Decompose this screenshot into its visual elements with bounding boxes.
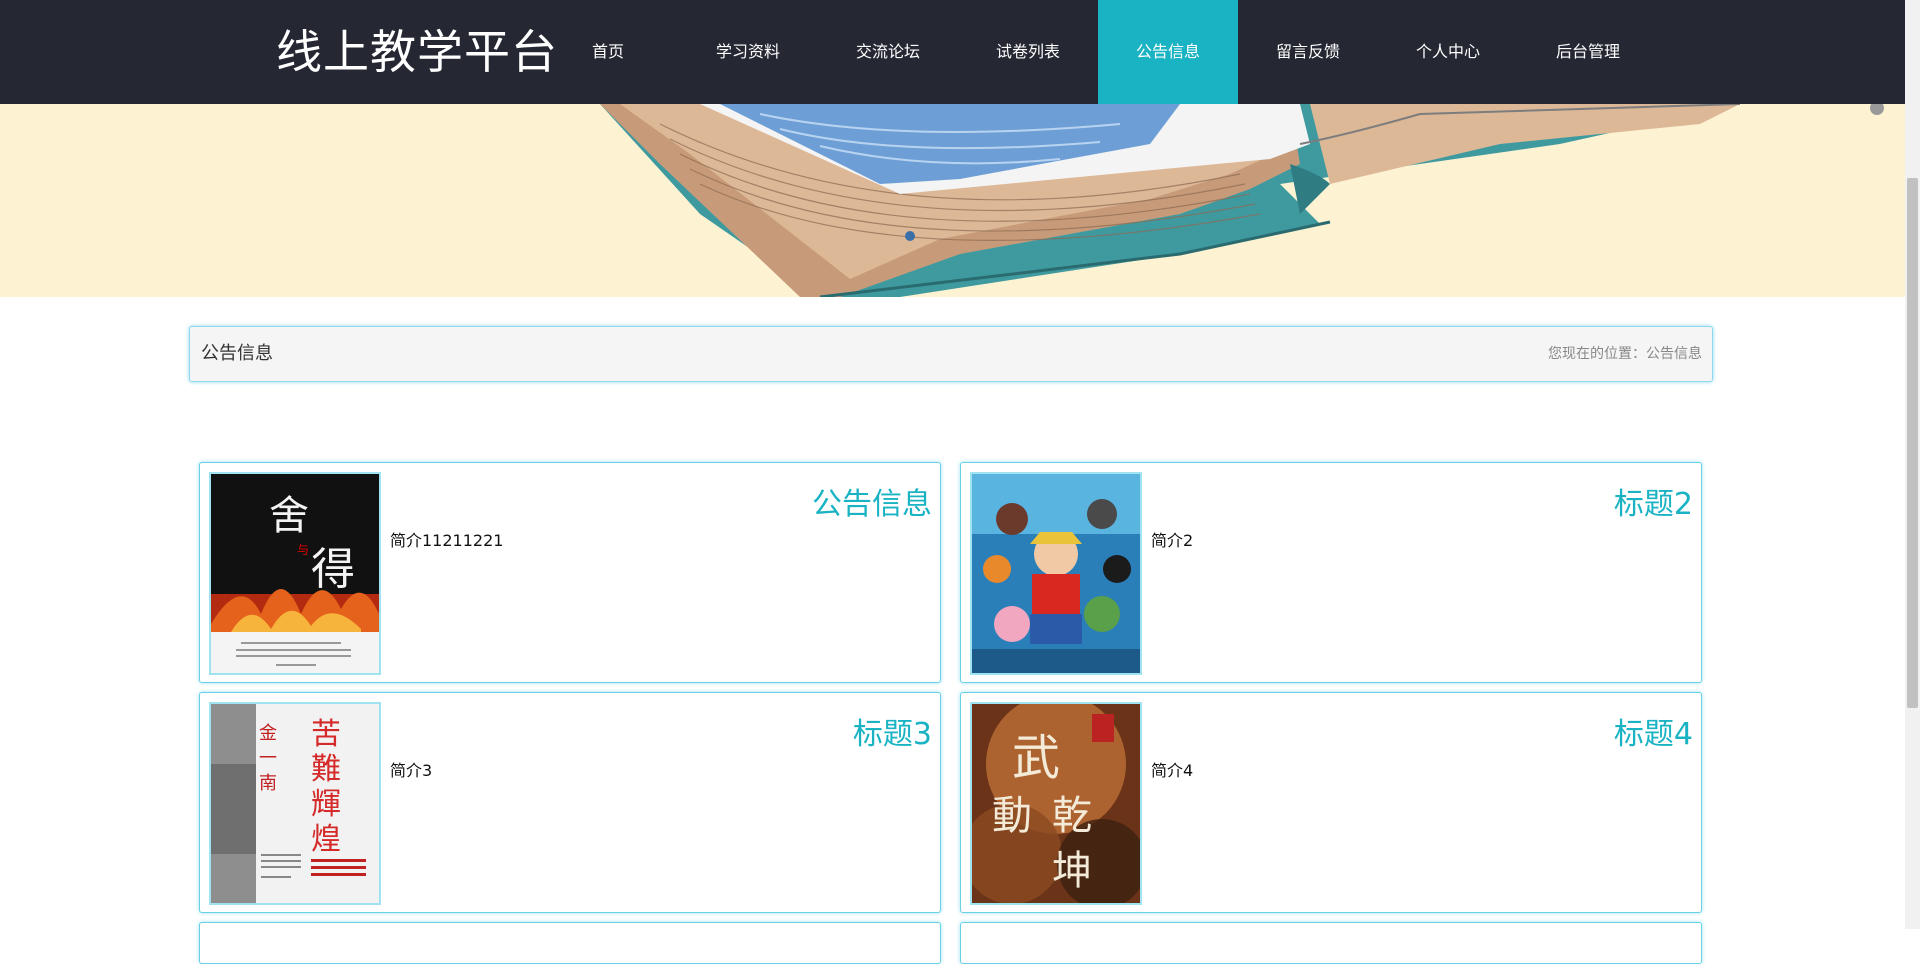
svg-text:南: 南 [259,773,277,794]
announcement-title[interactable]: 标题2 [1614,479,1693,523]
nav-item-personal-center[interactable]: 个人中心 [1378,0,1518,104]
nav-item-announcements[interactable]: 公告信息 [1098,0,1238,104]
breadcrumb: 您现在的位置：公告信息 [1548,346,1702,362]
announcement-title[interactable]: 公告信息 [812,479,932,523]
top-navbar: 线上教学平台 首页 学习资料 交流论坛 试卷列表 公告信息 留言反馈 个人中心 … [0,0,1920,104]
svg-text:坤: 坤 [1052,848,1092,894]
hero-banner [0,104,1905,297]
page-scrollbar[interactable] [1905,0,1920,929]
page-title: 公告信息 [201,343,273,364]
announcement-summary: 简介4 [1151,761,1194,780]
announcement-summary: 简介2 [1151,531,1194,550]
svg-text:輝: 輝 [311,787,341,822]
announcement-card[interactable]: 标题2 简介2 [960,462,1702,683]
announcement-card[interactable]: 舍 得 与 公告信息 简介11211221 [199,462,941,683]
svg-text:一: 一 [259,748,277,769]
svg-text:金: 金 [259,723,277,744]
nav-item-forum[interactable]: 交流论坛 [818,0,958,104]
announcement-cover-image[interactable]: 武 動 乾 坤 [970,702,1142,905]
open-book-illustration [600,104,1884,297]
announcement-summary: 简介11211221 [390,531,504,550]
announcement-card-partial[interactable] [960,922,1702,964]
book-cover-wudong-qiankun-icon: 武 動 乾 坤 [972,704,1140,903]
nav-item-home[interactable]: 首页 [538,0,678,104]
announcement-card[interactable]: 金 一 南 苦 難 輝 煌 标题3 简介3 [199,692,941,913]
svg-text:舍: 舍 [269,493,309,539]
scrollbar-thumb[interactable] [1907,178,1918,708]
book-cover-kunan-huihuang-icon: 金 一 南 苦 難 輝 煌 [211,704,379,903]
anime-cover-onepiece-icon [972,474,1140,673]
announcement-cover-image[interactable]: 舍 得 与 [209,472,381,675]
svg-text:難: 難 [311,752,341,787]
svg-text:苦: 苦 [311,717,341,752]
svg-text:乾: 乾 [1052,793,1092,839]
announcement-card[interactable]: 武 動 乾 坤 标题4 简介4 [960,692,1702,913]
book-cover-shede-icon: 舍 得 与 [211,474,379,673]
main-nav: 首页 学习资料 交流论坛 试卷列表 公告信息 留言反馈 个人中心 后台管理 [538,0,1658,104]
site-logo-text[interactable]: 线上教学平台 [276,22,558,82]
announcement-title[interactable]: 标题3 [853,709,932,753]
announcement-cover-image[interactable]: 金 一 南 苦 難 輝 煌 [209,702,381,905]
announcement-card-partial[interactable] [199,922,941,964]
nav-item-study-materials[interactable]: 学习资料 [678,0,818,104]
svg-text:煌: 煌 [311,822,341,857]
svg-text:得: 得 [311,544,355,595]
nav-item-exam-list[interactable]: 试卷列表 [958,0,1098,104]
announcement-cover-image[interactable] [970,472,1142,675]
announcement-title[interactable]: 标题4 [1614,709,1693,753]
svg-text:武: 武 [1012,730,1060,786]
breadcrumb-panel: 公告信息 您现在的位置：公告信息 [189,326,1713,382]
svg-text:動: 動 [992,793,1032,839]
nav-item-admin[interactable]: 后台管理 [1518,0,1658,104]
nav-item-feedback[interactable]: 留言反馈 [1238,0,1378,104]
svg-text:与: 与 [297,543,309,557]
announcement-summary: 简介3 [390,761,433,780]
